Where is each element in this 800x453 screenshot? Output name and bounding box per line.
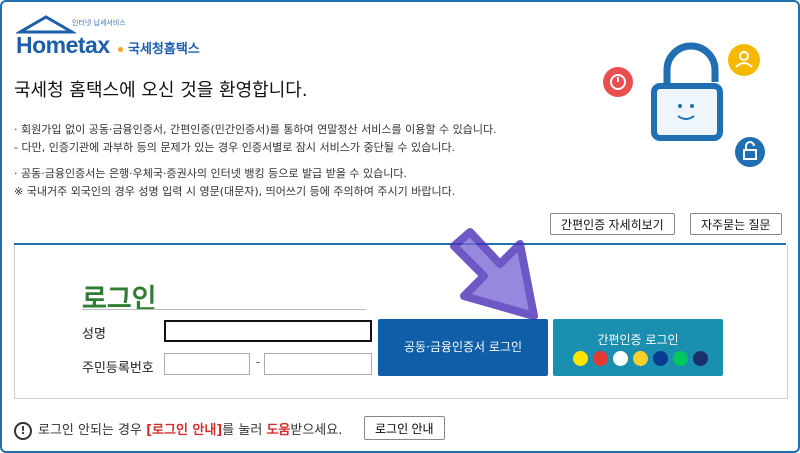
simple-auth-login-label: 간편인증 로그인 xyxy=(597,333,679,347)
logo-agency: 국세청홈택스 xyxy=(128,42,200,57)
pointer-arrow-icon xyxy=(450,228,538,320)
auth-provider-icons xyxy=(573,351,708,366)
hometax-logo[interactable]: 인터넷 납세서비스 Hometax 국세청홈택스 xyxy=(14,14,214,58)
name-label: 성명 xyxy=(82,327,106,342)
rrn-front-input[interactable] xyxy=(164,353,250,375)
name-input[interactable] xyxy=(164,320,372,342)
info-icon: ! xyxy=(14,421,32,440)
help-text-c: 받으세요. xyxy=(290,423,343,438)
samsung-pass-icon xyxy=(593,351,608,366)
kb-icon xyxy=(633,351,648,366)
welcome-title: 국세청 홈택스에 오신 것을 환영합니다. xyxy=(14,80,308,101)
login-title: 로그인 xyxy=(82,284,157,315)
simple-auth-detail-button[interactable]: 간편인증 자세히보기 xyxy=(550,213,675,235)
help-text-b: 를 눌러 xyxy=(222,423,267,438)
notice-list: · 회원가입 없이 공동·금융인증서, 간편인증(민간인증서)를 통하여 연말정… xyxy=(14,120,497,202)
rrn-dash: - xyxy=(256,355,261,369)
shinhan-icon xyxy=(693,351,708,366)
kakao-icon xyxy=(573,351,588,366)
payco-icon xyxy=(653,351,668,366)
lock-illustration xyxy=(603,42,765,167)
login-title-underline xyxy=(82,309,366,310)
rrn-back-input[interactable] xyxy=(264,353,372,375)
simple-auth-login-button[interactable]: 간편인증 로그인 xyxy=(553,319,723,376)
notice-item: - 다만, 인증기관에 과부하 등의 문제가 있는 경우 인증서별로 잠시 서비… xyxy=(14,141,455,154)
login-guide-button[interactable]: 로그인 안내 xyxy=(364,416,445,440)
pass-icon xyxy=(613,351,628,366)
logo-dot xyxy=(118,47,123,52)
hometax-login-frame: 인터넷 납세서비스 Hometax 국세청홈택스 국세청 홈택스에 오신 것을 … xyxy=(0,0,800,453)
logo-brand: Hometax xyxy=(16,32,110,58)
rrn-label: 주민등록번호 xyxy=(82,361,154,376)
help-word: 도움 xyxy=(266,423,291,438)
login-help-text: ! 로그인 안되는 경우 [로그인 안내]를 눌러 도움받으세요. xyxy=(14,419,342,440)
help-link-text: [로그인 안내] xyxy=(146,423,223,438)
notice-item: · 공동·금융인증서는 은행·우체국·증권사의 인터넷 뱅킹 등으로 발급 받을… xyxy=(14,167,408,180)
naver-icon xyxy=(673,351,688,366)
notice-item: ※ 국내거주 외국인의 경우 성명 입력 시 영문(대문자), 띄어쓰기 등에 … xyxy=(14,185,456,198)
logo-tagline: 인터넷 납세서비스 xyxy=(72,19,126,27)
faq-button[interactable]: 자주묻는 질문 xyxy=(690,213,782,235)
help-text-a: 로그인 안되는 경우 xyxy=(38,423,147,438)
notice-item: · 회원가입 없이 공동·금융인증서, 간편인증(민간인증서)를 통하여 연말정… xyxy=(14,123,497,136)
